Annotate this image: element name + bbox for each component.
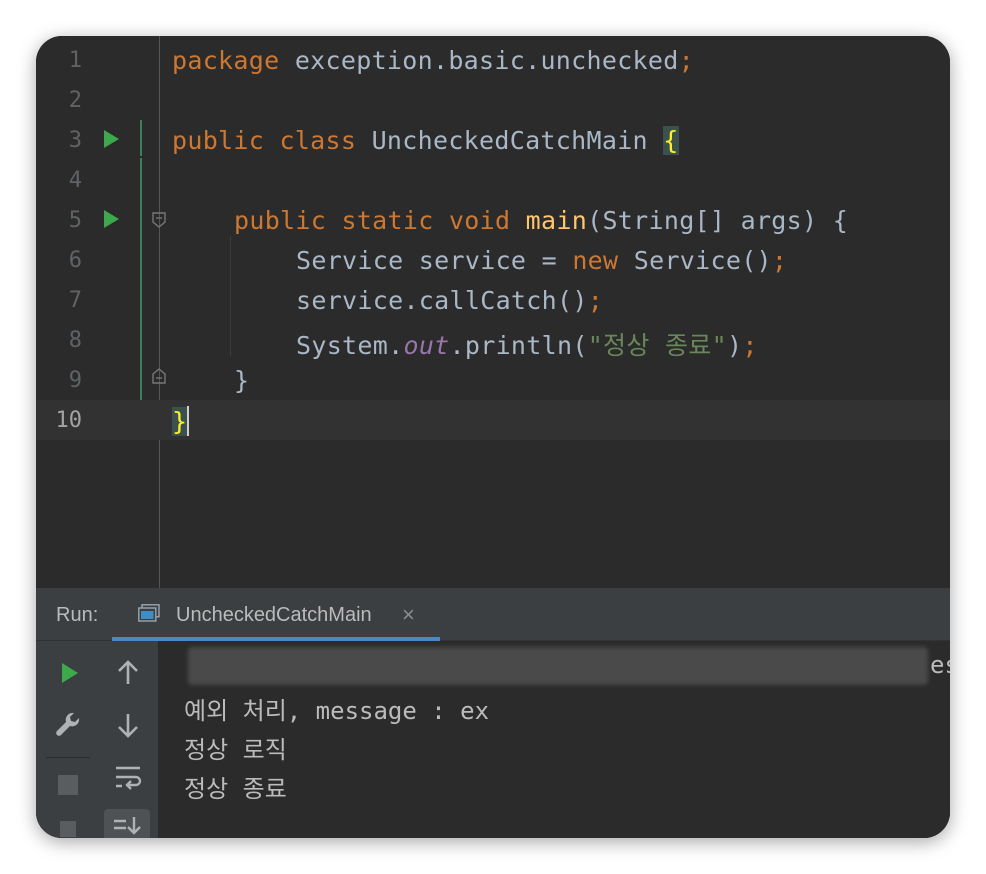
line-number: 3 xyxy=(68,128,82,153)
run-method-icon[interactable] xyxy=(104,210,119,228)
code-line-10[interactable]: 10 } xyxy=(36,400,950,440)
line-number: 5 xyxy=(68,208,82,233)
arrow-down-icon[interactable] xyxy=(106,705,150,745)
run-toolbar-primary xyxy=(36,641,98,838)
code-text: service.callCatch(); xyxy=(296,286,604,315)
scroll-to-end-icon xyxy=(114,817,141,835)
tab-title: UncheckedCatchMain xyxy=(176,604,372,626)
code-line-1[interactable]: 1 package exception.basic.unchecked; xyxy=(36,40,950,80)
code-line-9[interactable]: 9 } xyxy=(36,360,950,400)
fold-collapse-icon[interactable] xyxy=(151,212,167,228)
code-editor[interactable]: 1 package exception.basic.unchecked; 2 3… xyxy=(36,36,950,588)
console-output[interactable]: es 예외 처리, message : ex 정상 로직 정상 종료 xyxy=(184,641,950,838)
code-line-6[interactable]: 6 Service service = new Service(); xyxy=(36,240,950,280)
code-line-3[interactable]: 3 public class UncheckedCatchMain { xyxy=(36,120,950,160)
wrench-icon[interactable] xyxy=(46,705,90,745)
line-number: 1 xyxy=(68,48,82,73)
text-caret xyxy=(187,406,190,436)
code-text: } xyxy=(234,366,250,395)
console-clipped-text: es xyxy=(930,651,950,679)
code-line-2[interactable]: 2 xyxy=(36,80,950,120)
run-class-icon[interactable] xyxy=(104,130,119,148)
line-number: 7 xyxy=(68,288,82,313)
toolbar-separator xyxy=(46,757,90,758)
console-window-icon xyxy=(138,604,160,622)
line-number: 10 xyxy=(55,408,83,433)
code-line-7[interactable]: 7 service.callCatch(); xyxy=(36,280,950,320)
ide-window: 1 package exception.basic.unchecked; 2 3… xyxy=(36,36,950,838)
code-line-4[interactable]: 4 xyxy=(36,160,950,200)
line-number: 8 xyxy=(68,328,82,353)
line-number: 2 xyxy=(68,88,82,113)
console-line: 정상 종료 xyxy=(184,775,287,803)
console-line: 정상 로직 xyxy=(184,736,287,764)
fold-end-icon[interactable] xyxy=(151,368,167,384)
run-toolbar-secondary xyxy=(98,641,159,838)
code-text: package exception.basic.unchecked; xyxy=(172,46,694,75)
line-number: 9 xyxy=(68,368,82,393)
close-tab-icon[interactable]: × xyxy=(402,602,415,628)
code-line-5[interactable]: 5 public static void main(String[] args)… xyxy=(36,200,950,240)
code-text: } xyxy=(172,406,190,436)
code-text: Service service = new Service(); xyxy=(296,246,788,275)
soft-wrap-icon[interactable] xyxy=(106,757,150,797)
scroll-to-end-toggle[interactable] xyxy=(104,809,150,838)
stop-icon[interactable] xyxy=(46,765,90,805)
run-header: Run: UncheckedCatchMain × xyxy=(36,588,950,641)
run-label: Run: xyxy=(56,604,99,626)
play-icon[interactable] xyxy=(46,653,90,693)
run-tool-window: Run: UncheckedCatchMain × e 예외 처리, messa… xyxy=(36,588,950,838)
code-text: System.out.println("정상 종료"); xyxy=(296,331,758,360)
redacted-line xyxy=(188,647,928,685)
settings-icon[interactable] xyxy=(46,817,90,838)
line-number: 4 xyxy=(68,168,82,193)
console-line: 예외 처리, message : ex xyxy=(184,697,490,725)
run-tab-unchecked-catch-main[interactable]: UncheckedCatchMain × xyxy=(112,588,440,641)
code-text: public class UncheckedCatchMain { xyxy=(172,126,679,155)
code-text: public static void main(String[] args) { xyxy=(234,206,849,235)
arrow-up-icon[interactable] xyxy=(106,653,150,693)
code-line-8[interactable]: 8 System.out.println("정상 종료"); xyxy=(36,320,950,360)
line-number: 6 xyxy=(68,248,82,273)
